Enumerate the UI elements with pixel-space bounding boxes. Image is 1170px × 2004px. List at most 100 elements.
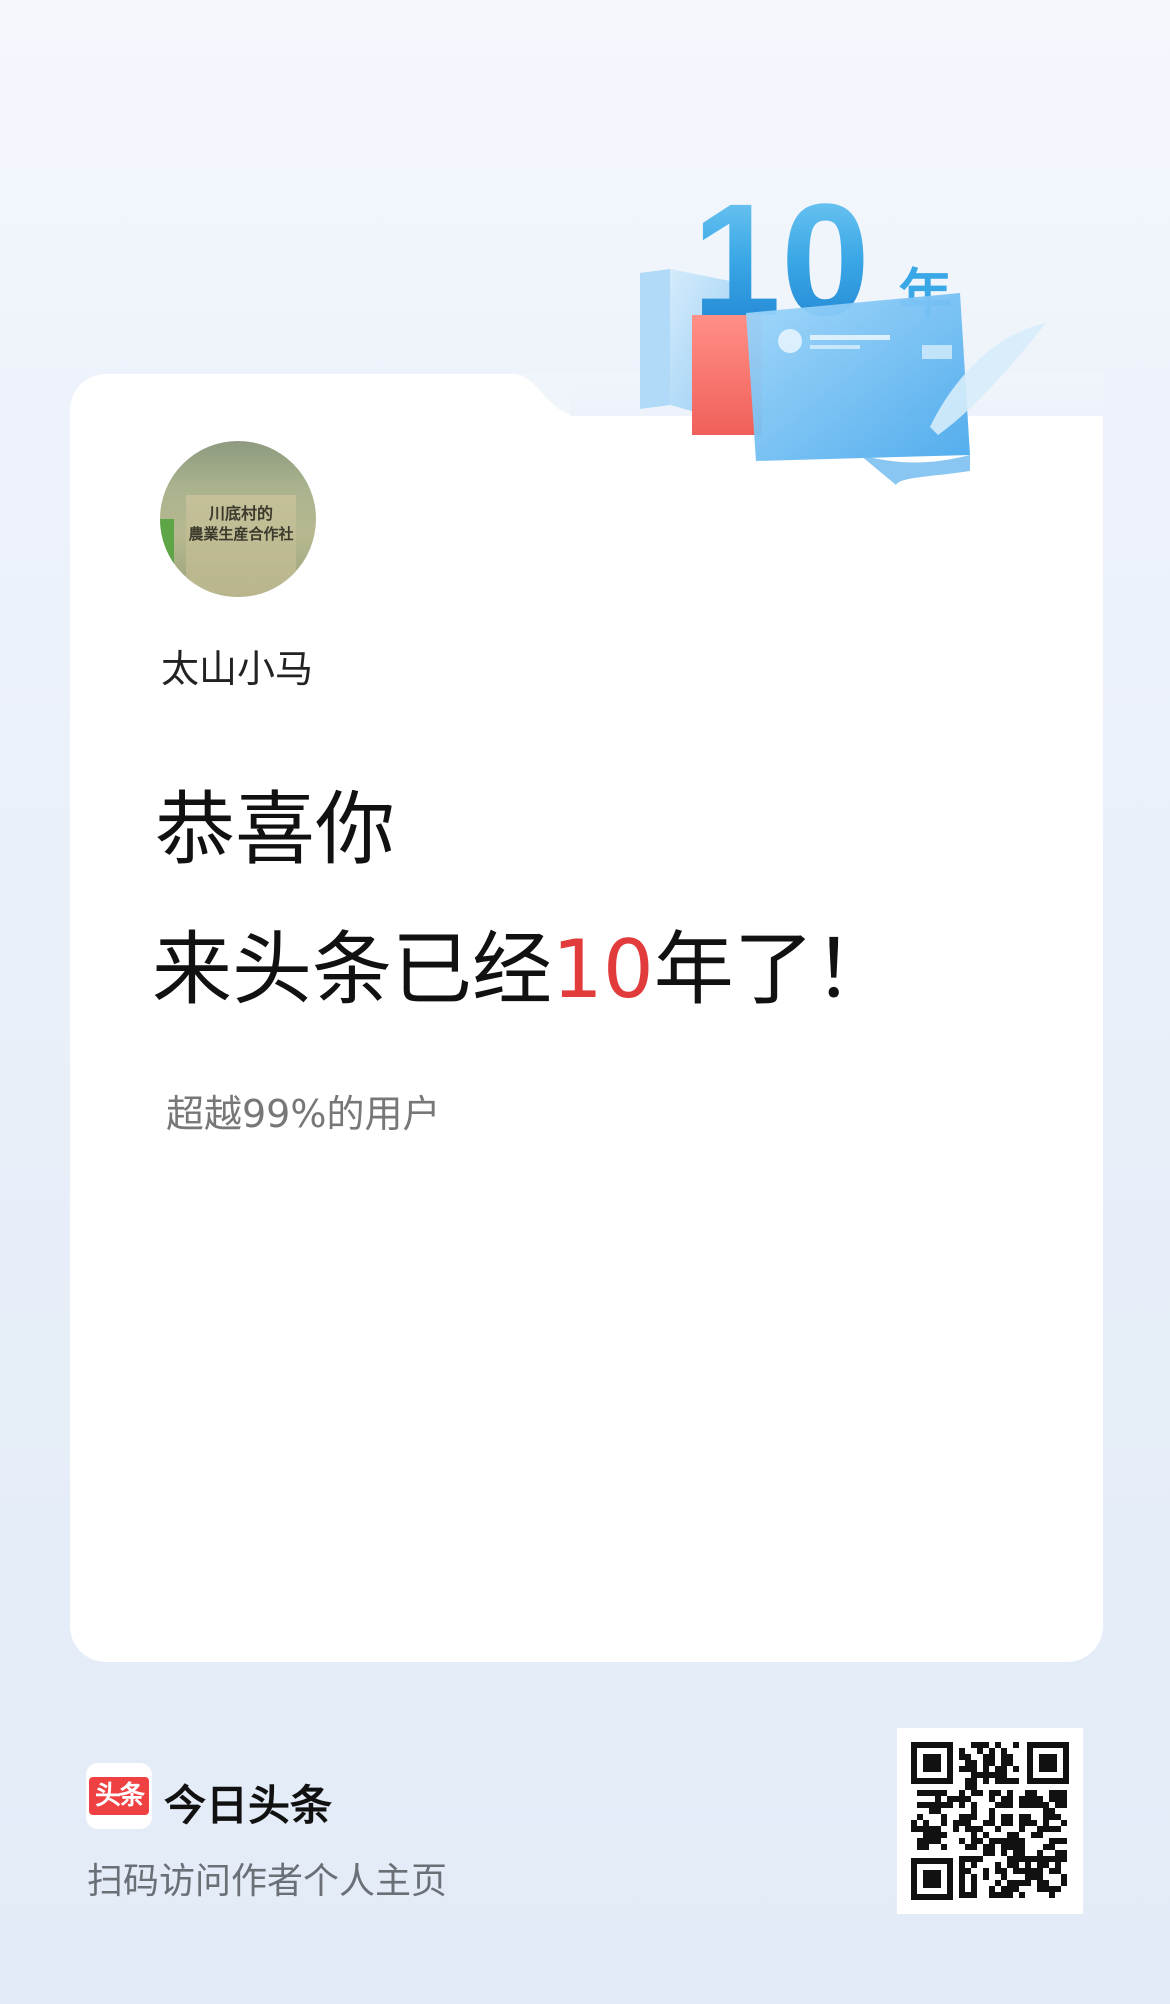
qr-module xyxy=(1061,1790,1067,1796)
qr-module xyxy=(989,1796,995,1802)
qr-module xyxy=(995,1862,1001,1868)
qr-module xyxy=(965,1760,971,1766)
qr-finder-bottom-left xyxy=(911,1858,953,1900)
qr-module xyxy=(995,1826,1001,1832)
qr-module xyxy=(917,1790,923,1796)
qr-module xyxy=(1013,1880,1019,1886)
qr-module xyxy=(971,1742,977,1748)
qr-module xyxy=(965,1868,971,1874)
qr-module xyxy=(1061,1880,1067,1886)
qr-module xyxy=(1037,1874,1043,1880)
qr-module xyxy=(971,1838,977,1844)
qr-module xyxy=(1043,1880,1049,1886)
qr-module xyxy=(929,1838,935,1844)
qr-module xyxy=(1019,1880,1025,1886)
qr-module xyxy=(971,1766,977,1772)
qr-module xyxy=(959,1748,965,1754)
qr-module xyxy=(965,1820,971,1826)
qr-module xyxy=(917,1844,923,1850)
qr-module xyxy=(923,1790,929,1796)
qr-module xyxy=(971,1892,977,1898)
qr-module xyxy=(953,1820,959,1826)
qr-module xyxy=(1025,1856,1031,1862)
qr-module xyxy=(1007,1754,1013,1760)
qr-module xyxy=(959,1814,965,1820)
qr-module xyxy=(929,1832,935,1838)
avatar[interactable]: 川底村的 農業生産合作社 xyxy=(160,441,316,597)
qr-module xyxy=(1013,1868,1019,1874)
qr-module xyxy=(1049,1790,1055,1796)
qr-module xyxy=(995,1802,1001,1808)
qr-module xyxy=(1025,1790,1031,1796)
qr-module xyxy=(1043,1886,1049,1892)
qr-module xyxy=(1007,1802,1013,1808)
qr-module xyxy=(983,1820,989,1826)
qr-module xyxy=(1019,1868,1025,1874)
qr-module xyxy=(953,1796,959,1802)
qr-module xyxy=(1025,1802,1031,1808)
qr-module xyxy=(965,1766,971,1772)
qr-module xyxy=(941,1832,947,1838)
qr-module xyxy=(935,1838,941,1844)
qr-module xyxy=(1013,1862,1019,1868)
qr-module xyxy=(1001,1754,1007,1760)
qr-module xyxy=(959,1766,965,1772)
qr-module xyxy=(1049,1838,1055,1844)
qr-module xyxy=(965,1826,971,1832)
qr-module xyxy=(1031,1868,1037,1874)
qr-module xyxy=(1043,1826,1049,1832)
qr-module xyxy=(1049,1856,1055,1862)
qr-module xyxy=(1037,1862,1043,1868)
qr-module xyxy=(1013,1832,1019,1838)
qr-module xyxy=(1061,1820,1067,1826)
qr-module xyxy=(1025,1880,1031,1886)
qr-module xyxy=(989,1760,995,1766)
brand-name: 今日头条 xyxy=(164,1781,333,1830)
qr-module xyxy=(971,1826,977,1832)
qr-module xyxy=(983,1778,989,1784)
qr-code[interactable] xyxy=(897,1728,1083,1914)
qr-module xyxy=(1001,1796,1007,1802)
qr-module xyxy=(1007,1832,1013,1838)
qr-module xyxy=(971,1814,977,1820)
qr-module xyxy=(971,1886,977,1892)
qr-module xyxy=(983,1760,989,1766)
qr-module xyxy=(983,1868,989,1874)
avatar-book-cover: 川底村的 農業生産合作社 xyxy=(186,495,296,597)
qr-module xyxy=(959,1838,965,1844)
qr-module xyxy=(1049,1808,1055,1814)
qr-module xyxy=(917,1838,923,1844)
qr-module xyxy=(923,1838,929,1844)
qr-module xyxy=(977,1748,983,1754)
qr-module xyxy=(989,1814,995,1820)
qr-module xyxy=(959,1790,965,1796)
qr-module xyxy=(917,1802,923,1808)
qr-module xyxy=(989,1754,995,1760)
qr-module xyxy=(1031,1802,1037,1808)
qr-module xyxy=(935,1790,941,1796)
qr-module xyxy=(1031,1856,1037,1862)
qr-module xyxy=(929,1790,935,1796)
qr-module xyxy=(1013,1844,1019,1850)
qr-module xyxy=(1055,1814,1061,1820)
avatar-book-title-1: 川底村的 xyxy=(208,504,273,523)
username: 太山小马 xyxy=(161,647,314,691)
qr-module xyxy=(1055,1826,1061,1832)
headline-years: 来头条已经10年了！ xyxy=(152,930,894,1010)
qr-module xyxy=(1019,1820,1025,1826)
qr-module xyxy=(983,1742,989,1748)
qr-module xyxy=(965,1892,971,1898)
qr-module xyxy=(989,1772,995,1778)
qr-module xyxy=(1037,1802,1043,1808)
qr-module xyxy=(941,1814,947,1820)
qr-module xyxy=(1031,1796,1037,1802)
qr-finder-top-left xyxy=(911,1742,953,1784)
qr-module xyxy=(1013,1838,1019,1844)
qr-module xyxy=(1055,1862,1061,1868)
qr-module xyxy=(953,1826,959,1832)
qr-module xyxy=(1043,1820,1049,1826)
qr-module xyxy=(1055,1856,1061,1862)
qr-module xyxy=(1025,1814,1031,1820)
qr-module xyxy=(1001,1766,1007,1772)
qr-module xyxy=(935,1832,941,1838)
